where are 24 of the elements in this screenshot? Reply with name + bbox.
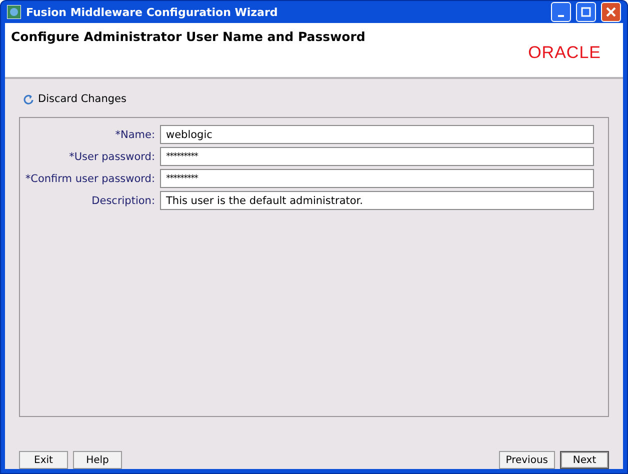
text-field[interactable]: This user is the default administrator. [160,191,594,210]
maximize-button[interactable] [576,2,596,22]
footer-button[interactable]: Help [73,451,122,469]
window-title: Fusion Middleware Configuration Wizard [26,6,279,18]
field-label: *User password: [68,150,155,162]
footer-button[interactable]: Next [560,451,609,469]
field-label: *Confirm user password: [24,172,155,184]
close-icon [606,7,616,17]
page-title: Configure Administrator User Name and Password [11,29,366,44]
footer-button[interactable]: Exit [19,451,68,469]
password-field[interactable]: ********* [160,169,594,188]
field-label: *Name: [114,128,155,140]
maximize-icon [581,7,591,17]
minimize-icon [558,15,564,17]
text-field[interactable]: weblogic [160,125,594,144]
refresh-icon [23,94,34,104]
close-button[interactable] [601,2,621,22]
footer-button[interactable]: Previous [498,451,555,469]
app-icon [7,5,21,19]
discard-changes-link[interactable]: Discard Changes [19,91,609,107]
password-field[interactable]: ********* [160,147,594,166]
field-label: Description: [90,194,155,206]
logo: ORACLE [528,43,601,63]
minimize-button[interactable] [551,2,571,22]
